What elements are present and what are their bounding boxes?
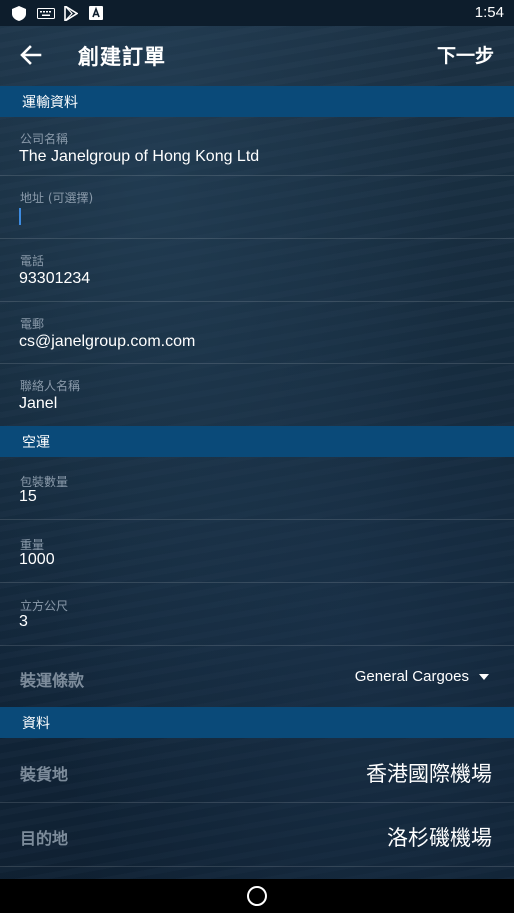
- email-field[interactable]: 電郵 cs@janelgroup.com.com: [0, 302, 514, 364]
- weight-field[interactable]: 重量 1000: [0, 520, 514, 583]
- keyboard-icon: [37, 8, 55, 19]
- destination-row[interactable]: 目的地 洛杉磯機場: [0, 803, 514, 867]
- status-time: 1:54: [474, 4, 504, 21]
- text-cursor: [19, 208, 21, 225]
- navigation-bar: [0, 879, 514, 913]
- package-count-field[interactable]: 包裝數量 15: [0, 457, 514, 520]
- address-field[interactable]: 地址 (可選擇): [0, 176, 514, 239]
- origin-row[interactable]: 裝貨地 香港國際機場: [0, 738, 514, 803]
- section-header-air: 空運: [0, 426, 514, 457]
- phone-field[interactable]: 電話 93301234: [0, 239, 514, 302]
- company-name-field[interactable]: 公司名稱 The Janelgroup of Hong Kong Ltd: [0, 117, 514, 176]
- cubic-meter-field[interactable]: 立方公尺 3: [0, 583, 514, 646]
- shipping-terms-dropdown[interactable]: General Cargoes: [355, 668, 489, 685]
- section-header-transport: 運輸資料: [0, 86, 514, 117]
- dropdown-arrow-icon: [479, 673, 489, 680]
- back-arrow-icon[interactable]: [18, 42, 44, 68]
- a-icon: [89, 6, 103, 20]
- app-bar: 創建訂單 下一步: [0, 26, 514, 86]
- shipping-terms-row: 裝運條款 General Cargoes: [0, 646, 514, 707]
- shield-icon: [12, 6, 26, 21]
- play-store-icon: [64, 6, 78, 21]
- next-button[interactable]: 下一步: [437, 41, 494, 68]
- page-title: 創建訂單: [78, 45, 166, 69]
- home-icon[interactable]: [247, 886, 267, 906]
- contact-name-field[interactable]: 聯絡人名稱 Janel: [0, 364, 514, 425]
- status-bar: 1:54: [0, 0, 514, 26]
- section-header-info: 資料: [0, 707, 514, 738]
